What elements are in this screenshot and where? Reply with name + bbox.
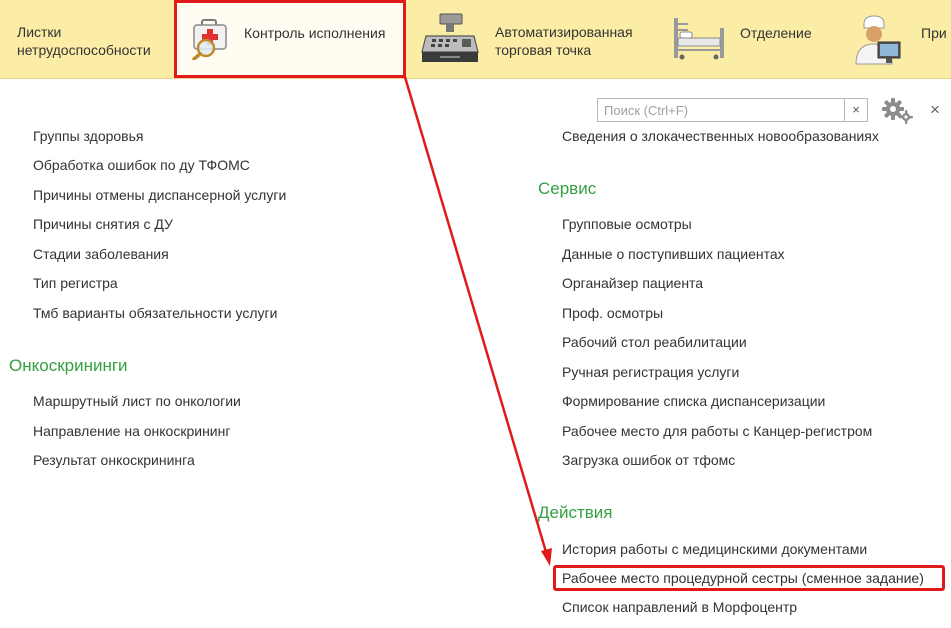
- clear-search-button[interactable]: ×: [844, 98, 868, 122]
- menu-item[interactable]: Список направлений в Морфоцентр: [562, 598, 797, 616]
- menu-item[interactable]: Загрузка ошибок от тфомс: [562, 451, 735, 469]
- menu-item[interactable]: Рабочий стол реабилитации: [562, 333, 747, 351]
- menu-item[interactable]: Формирование списка диспансеризации: [562, 392, 825, 410]
- first-aid-kit-magnifier-icon: [192, 18, 232, 63]
- menu-item[interactable]: Причины снятия с ДУ: [33, 215, 173, 233]
- menu-item[interactable]: Проф. осмотры: [562, 304, 663, 322]
- menu-item[interactable]: Данные о поступивших пациентах: [562, 245, 785, 263]
- menu-item[interactable]: Направление на онкоскрининг: [33, 422, 230, 440]
- hospital-bed-icon: [670, 16, 728, 63]
- section-trading-point[interactable]: Автоматизированная торговая точка: [412, 0, 662, 78]
- menu-item[interactable]: Группы здоровья: [33, 127, 144, 145]
- group-title-service: Сервис: [538, 179, 597, 198]
- group-title-onco: Онкоскрининги: [9, 356, 128, 375]
- sections-panel: Листки нетрудоспособности Контроль исполн…: [0, 0, 951, 79]
- search-input[interactable]: [597, 98, 845, 122]
- menu-item[interactable]: Органайзер пациента: [562, 274, 703, 292]
- group-title-actions: Действия: [538, 503, 613, 522]
- menu-item[interactable]: Стадии заболевания: [33, 245, 169, 263]
- section-label: Листки нетрудоспособности: [17, 24, 151, 58]
- menu-item[interactable]: Групповые осмотры: [562, 215, 692, 233]
- menu-item[interactable]: Рабочее место для работы с Канцер-регист…: [562, 422, 872, 440]
- close-button[interactable]: ×: [930, 100, 940, 120]
- section-sick-leave[interactable]: Листки нетрудоспособности: [0, 0, 172, 78]
- menu-item[interactable]: Тмб варианты обязательности услуги: [33, 304, 277, 322]
- menu-item-procedure-nurse[interactable]: Рабочее место процедурной сестры (сменно…: [562, 569, 924, 587]
- section-label: Автоматизированная торговая точка: [495, 24, 633, 58]
- section-department[interactable]: Отделение: [664, 0, 832, 78]
- gear-icon[interactable]: [880, 96, 914, 127]
- menu-item[interactable]: Результат онкоскрининга: [33, 451, 195, 469]
- menu-item[interactable]: Тип регистра: [33, 274, 118, 292]
- menu-item[interactable]: Сведения о злокачественных новообразован…: [562, 127, 879, 145]
- menu-item[interactable]: Обработка ошибок по ду ТФОМС: [33, 156, 250, 174]
- section-label: Отделение: [740, 25, 812, 41]
- section-doctor[interactable]: При: [840, 0, 951, 78]
- cash-register-icon: [420, 12, 480, 67]
- menu-item[interactable]: Причины отмены диспансерной услуги: [33, 186, 286, 204]
- menu-item[interactable]: История работы с медицинскими документам…: [562, 540, 867, 558]
- menu-item[interactable]: Маршрутный лист по онкологии: [33, 392, 241, 410]
- section-execution-control[interactable]: Контроль исполнения: [174, 0, 406, 78]
- menu-item[interactable]: Ручная регистрация услуги: [562, 363, 739, 381]
- section-label: При: [921, 25, 947, 41]
- doctor-icon: [848, 14, 904, 69]
- section-label: Контроль исполнения: [244, 25, 386, 41]
